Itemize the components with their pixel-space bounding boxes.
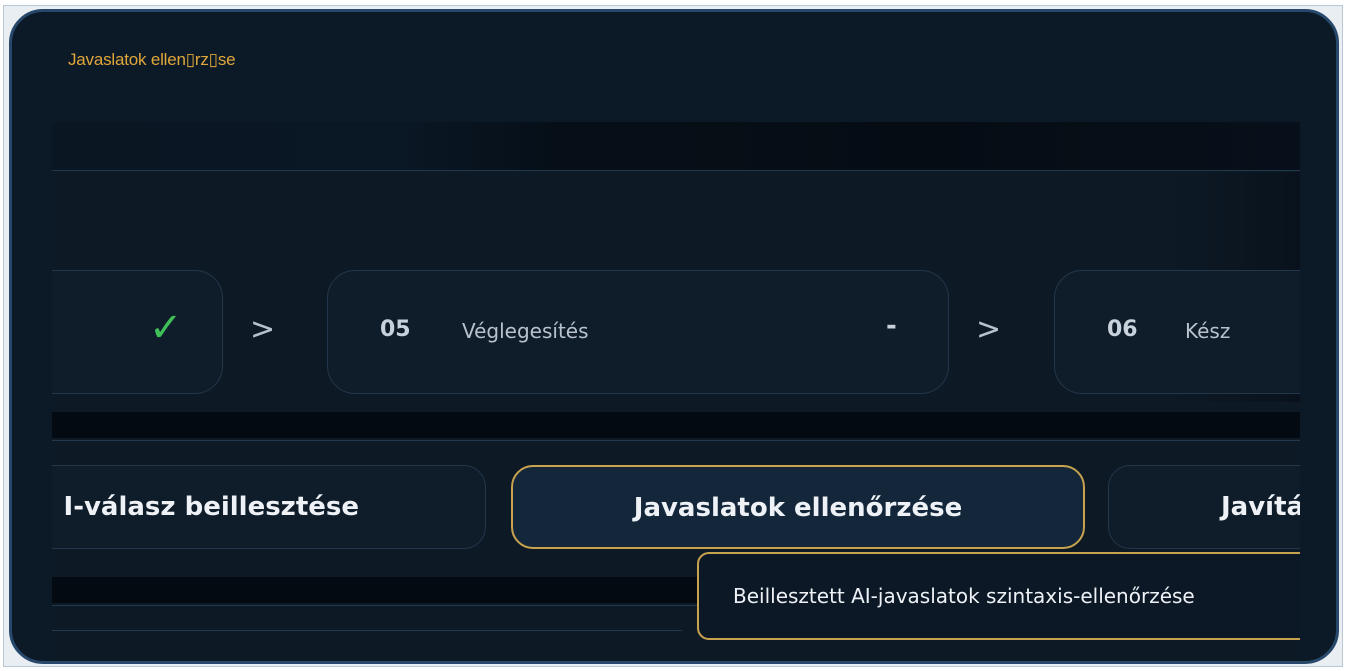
divider — [52, 170, 1300, 171]
step-06[interactable]: 06 Kész — [1054, 270, 1300, 394]
chevron-right-icon: > — [976, 312, 1002, 347]
window-title: Javaslatok ellen▯rz▯se — [68, 50, 236, 69]
chevron-right-icon: > — [250, 312, 276, 347]
divider — [52, 440, 1300, 441]
toolbar-shade — [52, 122, 1300, 170]
main-content: ✓ > 05 Véglegesítés - > 06 Kész I-válasz… — [52, 122, 1300, 661]
step-number: 05 — [380, 317, 411, 342]
fix-button[interactable]: Javítá — [1108, 465, 1300, 549]
step-label: Véglegesítés — [462, 319, 589, 343]
check-icon: ✓ — [149, 305, 183, 351]
paste-ai-response-button[interactable]: I-válasz beillesztése — [52, 465, 486, 549]
step-04[interactable]: ✓ — [52, 270, 223, 394]
section-band — [52, 412, 1300, 438]
step-number: 06 — [1107, 317, 1138, 342]
divider — [52, 630, 682, 631]
tooltip: Beillesztett AI-javaslatok szintaxis-ell… — [697, 552, 1300, 640]
check-suggestions-button[interactable]: Javaslatok ellenőrzése — [511, 465, 1085, 549]
step-05[interactable]: 05 Véglegesítés - — [327, 270, 949, 394]
step-status: - — [886, 311, 897, 341]
app-window: Javaslatok ellen▯rz▯se ✓ > 05 Véglegesít… — [9, 9, 1339, 664]
step-label: Kész — [1185, 319, 1231, 343]
